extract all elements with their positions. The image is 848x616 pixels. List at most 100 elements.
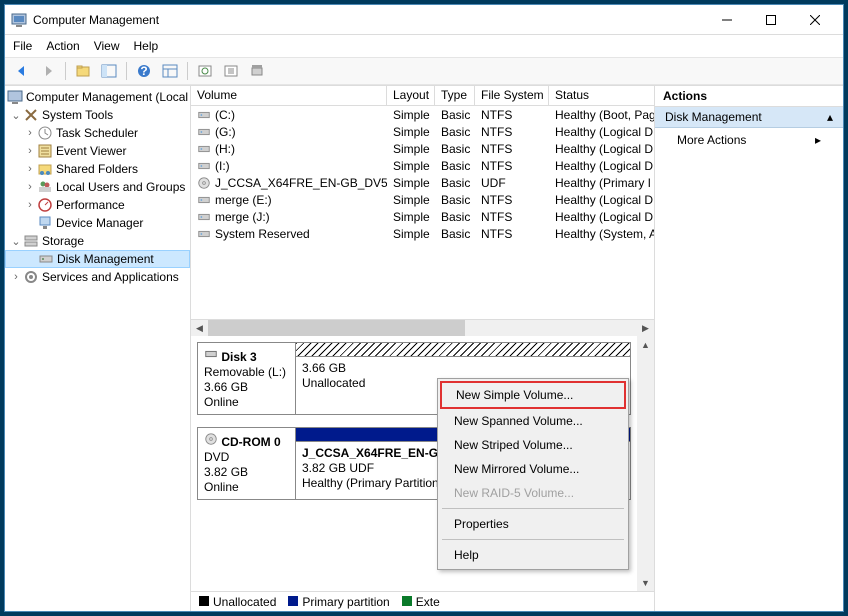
disk-info[interactable]: Disk 3 Removable (L:) 3.66 GB Online	[198, 343, 296, 414]
expand-icon[interactable]: ›	[23, 127, 37, 139]
horizontal-scrollbar[interactable]: ◀ ▶	[191, 319, 654, 336]
drive-icon	[197, 176, 211, 190]
volume-row[interactable]: merge (E:)SimpleBasicNTFSHealthy (Logica…	[191, 191, 654, 208]
tree-task-scheduler[interactable]: › Task Scheduler	[5, 124, 190, 142]
volume-name: merge (E:)	[215, 193, 272, 207]
actions-section-disk-management[interactable]: Disk Management ▴	[655, 107, 843, 128]
volume-row[interactable]: merge (J:)SimpleBasicNTFSHealthy (Logica…	[191, 208, 654, 225]
expand-icon[interactable]: ›	[23, 163, 37, 175]
disk-layout-content[interactable]: Disk 3 Removable (L:) 3.66 GB Online 3.6…	[191, 336, 637, 591]
disk-name: Disk 3	[221, 350, 256, 364]
scroll-track[interactable]	[637, 353, 654, 574]
actions-more-actions[interactable]: More Actions ▸	[655, 128, 843, 152]
navigation-tree[interactable]: Computer Management (Local ⌄ System Tool…	[5, 86, 191, 611]
scroll-up-button[interactable]: ▲	[637, 336, 654, 353]
col-filesystem[interactable]: File System	[475, 86, 549, 105]
volume-filesystem: NTFS	[475, 108, 549, 122]
settings-button[interactable]	[220, 60, 242, 82]
action-button[interactable]	[246, 60, 268, 82]
tree-root[interactable]: Computer Management (Local	[5, 88, 190, 106]
menu-help[interactable]: Help	[134, 39, 159, 53]
tree-label: System Tools	[42, 108, 113, 122]
volume-row[interactable]: (G:)SimpleBasicNTFSHealthy (Logical D	[191, 123, 654, 140]
expand-icon[interactable]: ›	[9, 271, 23, 283]
volume-filesystem: NTFS	[475, 193, 549, 207]
scroll-down-button[interactable]: ▼	[637, 574, 654, 591]
menu-new-striped-volume[interactable]: New Striped Volume...	[440, 433, 626, 457]
tree-system-tools[interactable]: ⌄ System Tools	[5, 106, 190, 124]
volume-row[interactable]: J_CCSA_X64FRE_EN-GB_DV5 (D:)SimpleBasicU…	[191, 174, 654, 191]
clock-icon	[37, 125, 53, 141]
scroll-right-button[interactable]: ▶	[637, 320, 654, 337]
help-button[interactable]: ?	[133, 60, 155, 82]
tree-label: Local Users and Groups	[56, 180, 185, 194]
maximize-button[interactable]	[749, 6, 793, 34]
volume-row[interactable]: (C:)SimpleBasicNTFSHealthy (Boot, Pag	[191, 106, 654, 123]
tree-shared-folders[interactable]: › Shared Folders	[5, 160, 190, 178]
tree-services[interactable]: › Services and Applications	[5, 268, 190, 286]
volume-layout: Simple	[387, 159, 435, 173]
back-button[interactable]	[11, 60, 33, 82]
disk-info[interactable]: CD-ROM 0 DVD 3.82 GB Online	[198, 428, 296, 499]
menu-view[interactable]: View	[94, 39, 120, 53]
partition-size: 3.82 GB UDF	[302, 461, 374, 475]
menu-new-simple-volume[interactable]: New Simple Volume...	[440, 381, 626, 409]
menu-properties[interactable]: Properties	[440, 512, 626, 536]
col-type[interactable]: Type	[435, 86, 475, 105]
tree-performance[interactable]: › Performance	[5, 196, 190, 214]
vertical-scrollbar[interactable]: ▲ ▼	[637, 336, 654, 591]
expand-icon[interactable]: ›	[23, 145, 37, 157]
context-menu: New Simple Volume... New Spanned Volume.…	[437, 378, 629, 570]
tree-storage[interactable]: ⌄ Storage	[5, 232, 190, 250]
up-button[interactable]	[72, 60, 94, 82]
volume-filesystem: NTFS	[475, 210, 549, 224]
volume-status: Healthy (Boot, Pag	[549, 108, 654, 122]
menu-new-mirrored-volume[interactable]: New Mirrored Volume...	[440, 457, 626, 481]
expand-icon[interactable]: ⌄	[9, 109, 23, 122]
expand-icon[interactable]: ›	[23, 199, 37, 211]
tree-local-users[interactable]: › Local Users and Groups	[5, 178, 190, 196]
volume-rows[interactable]: (C:)SimpleBasicNTFSHealthy (Boot, Pag(G:…	[191, 106, 654, 319]
volume-row[interactable]: System ReservedSimpleBasicNTFSHealthy (S…	[191, 225, 654, 242]
drive-icon	[197, 125, 211, 139]
tree-device-manager[interactable]: Device Manager	[5, 214, 190, 232]
menu-file[interactable]: File	[13, 39, 32, 53]
expand-icon[interactable]: ›	[23, 181, 37, 193]
refresh-button[interactable]	[194, 60, 216, 82]
tree-disk-management[interactable]: Disk Management	[5, 250, 190, 268]
show-hide-tree-button[interactable]	[98, 60, 120, 82]
view-button[interactable]	[159, 60, 181, 82]
volume-row[interactable]: (H:)SimpleBasicNTFSHealthy (Logical D	[191, 140, 654, 157]
menu-action[interactable]: Action	[46, 39, 79, 53]
volume-type: Basic	[435, 125, 475, 139]
tree-event-viewer[interactable]: › Event Viewer	[5, 142, 190, 160]
scroll-left-button[interactable]: ◀	[191, 320, 208, 337]
scroll-thumb[interactable]	[208, 320, 465, 337]
toolbar-separator	[126, 62, 127, 80]
users-icon	[37, 179, 53, 195]
scroll-track[interactable]	[208, 320, 637, 337]
volume-row[interactable]: (I:)SimpleBasicNTFSHealthy (Logical D	[191, 157, 654, 174]
menu-help[interactable]: Help	[440, 543, 626, 567]
disk-name: CD-ROM 0	[221, 435, 280, 449]
col-layout[interactable]: Layout	[387, 86, 435, 105]
volume-type: Basic	[435, 227, 475, 241]
close-button[interactable]	[793, 6, 837, 34]
services-icon	[23, 269, 39, 285]
col-volume[interactable]: Volume	[191, 86, 387, 105]
forward-button[interactable]	[37, 60, 59, 82]
volume-filesystem: NTFS	[475, 227, 549, 241]
center-panel: Volume Layout Type File System Status (C…	[191, 86, 655, 611]
volume-layout: Simple	[387, 142, 435, 156]
menu-new-spanned-volume[interactable]: New Spanned Volume...	[440, 409, 626, 433]
tree-label: Computer Management (Local	[26, 90, 188, 104]
minimize-button[interactable]	[705, 6, 749, 34]
tree-label: Storage	[42, 234, 84, 248]
col-status[interactable]: Status	[549, 86, 654, 105]
expand-icon[interactable]: ⌄	[9, 235, 23, 248]
volume-name: (H:)	[215, 142, 235, 156]
disk-state: Online	[204, 395, 239, 409]
main-area: Computer Management (Local ⌄ System Tool…	[5, 85, 843, 611]
volume-type: Basic	[435, 142, 475, 156]
volume-type: Basic	[435, 176, 475, 190]
